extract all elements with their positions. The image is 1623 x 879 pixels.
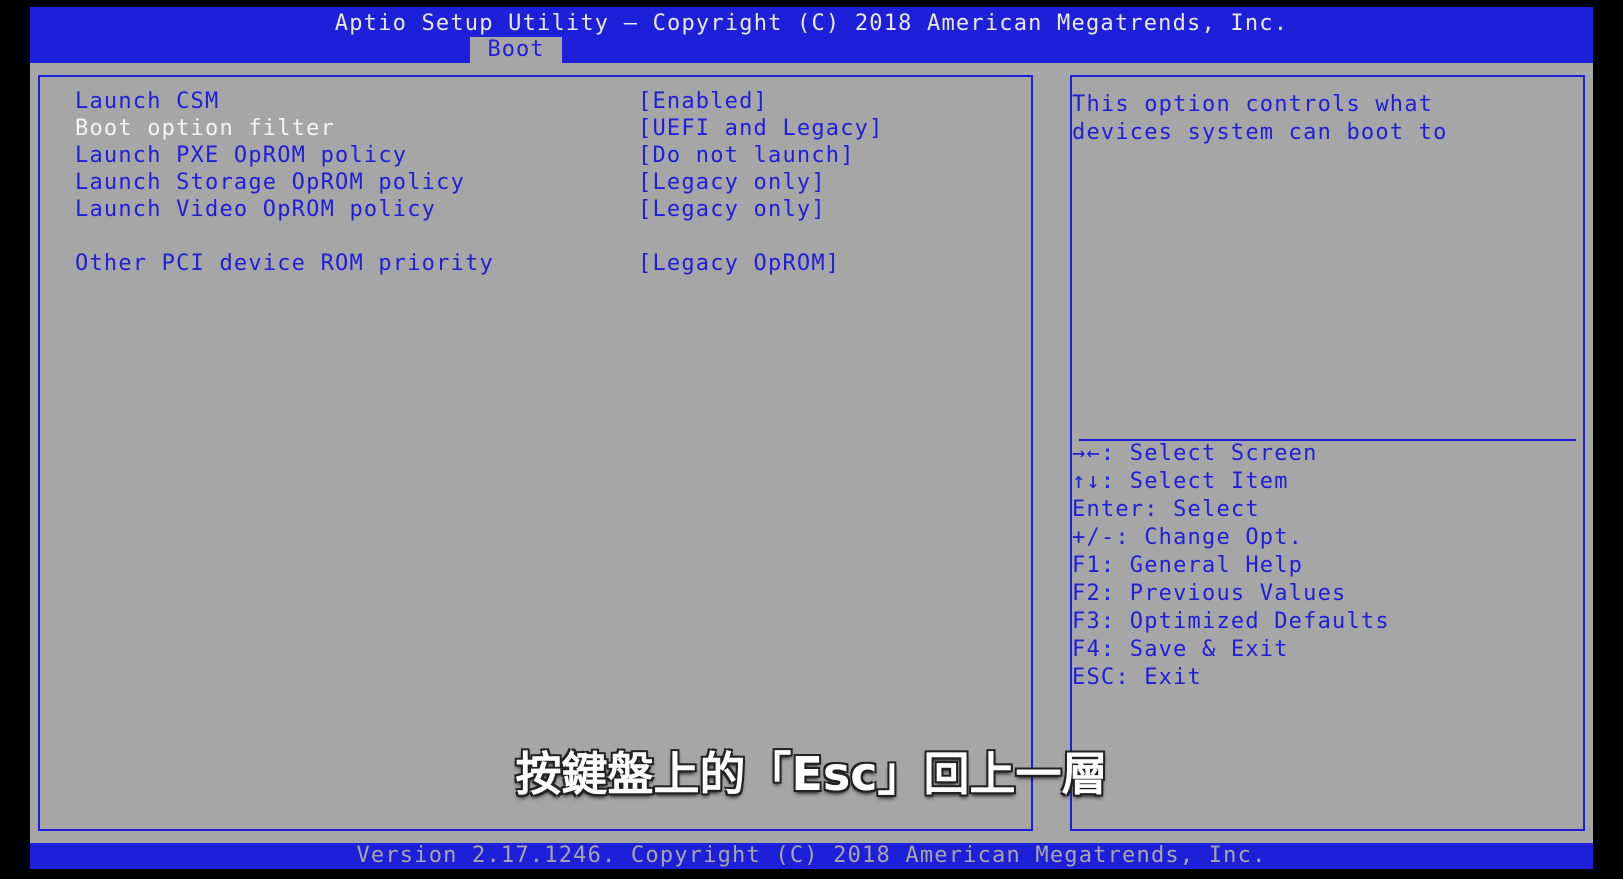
setting-boot-option-filter-value[interactable]: [UEFI and Legacy] [638, 116, 884, 142]
key-optimized-defaults: F3: Optimized Defaults [1072, 609, 1390, 634]
version-footer: Version 2.17.1246. Copyright (C) 2018 Am… [30, 843, 1593, 869]
key-general-help: F1: General Help [1072, 553, 1304, 578]
help-line-1: This option controls what [1072, 92, 1434, 117]
key-esc-exit: ESC: Exit [1072, 665, 1203, 690]
setting-storage-oprom-value[interactable]: [Legacy only] [638, 170, 826, 196]
setting-video-oprom-value[interactable]: [Legacy only] [638, 197, 826, 223]
setting-storage-oprom-label[interactable]: Launch Storage OpROM policy [75, 170, 465, 196]
video-subtitle: 按鍵盤上的「Esc」回上一層 [515, 747, 1108, 801]
key-change-opt: +/-: Change Opt. [1072, 525, 1304, 550]
key-previous-values: F2: Previous Values [1072, 581, 1347, 606]
help-line-2: devices system can boot to [1072, 120, 1448, 145]
title-bar: Aptio Setup Utility – Copyright (C) 2018… [30, 7, 1593, 63]
setting-video-oprom-label[interactable]: Launch Video OpROM policy [75, 197, 436, 223]
key-save-exit: F4: Save & Exit [1072, 637, 1289, 662]
setting-launch-csm-label[interactable]: Launch CSM [75, 89, 219, 115]
setting-pci-rom-priority-value[interactable]: [Legacy OpROM] [638, 251, 840, 277]
key-select-item: ↑↓: Select Item [1072, 469, 1289, 494]
setting-launch-csm-value[interactable]: [Enabled] [638, 89, 768, 115]
setting-pxe-oprom-value[interactable]: [Do not launch] [638, 143, 855, 169]
key-select-screen: →←: Select Screen [1072, 441, 1318, 466]
help-text: This option controls what devices system… [1072, 91, 1567, 147]
bios-title: Aptio Setup Utility – Copyright (C) 2018… [334, 11, 1289, 36]
tab-boot[interactable]: Boot [470, 37, 562, 63]
setting-boot-option-filter-label[interactable]: Boot option filter [75, 116, 335, 142]
setting-pci-rom-priority-label[interactable]: Other PCI device ROM priority [75, 251, 494, 277]
key-enter-select: Enter: Select [1072, 497, 1260, 522]
setting-pxe-oprom-label[interactable]: Launch PXE OpROM policy [75, 143, 407, 169]
key-legend: →←: Select Screen ↑↓: Select Item Enter:… [1072, 440, 1390, 692]
